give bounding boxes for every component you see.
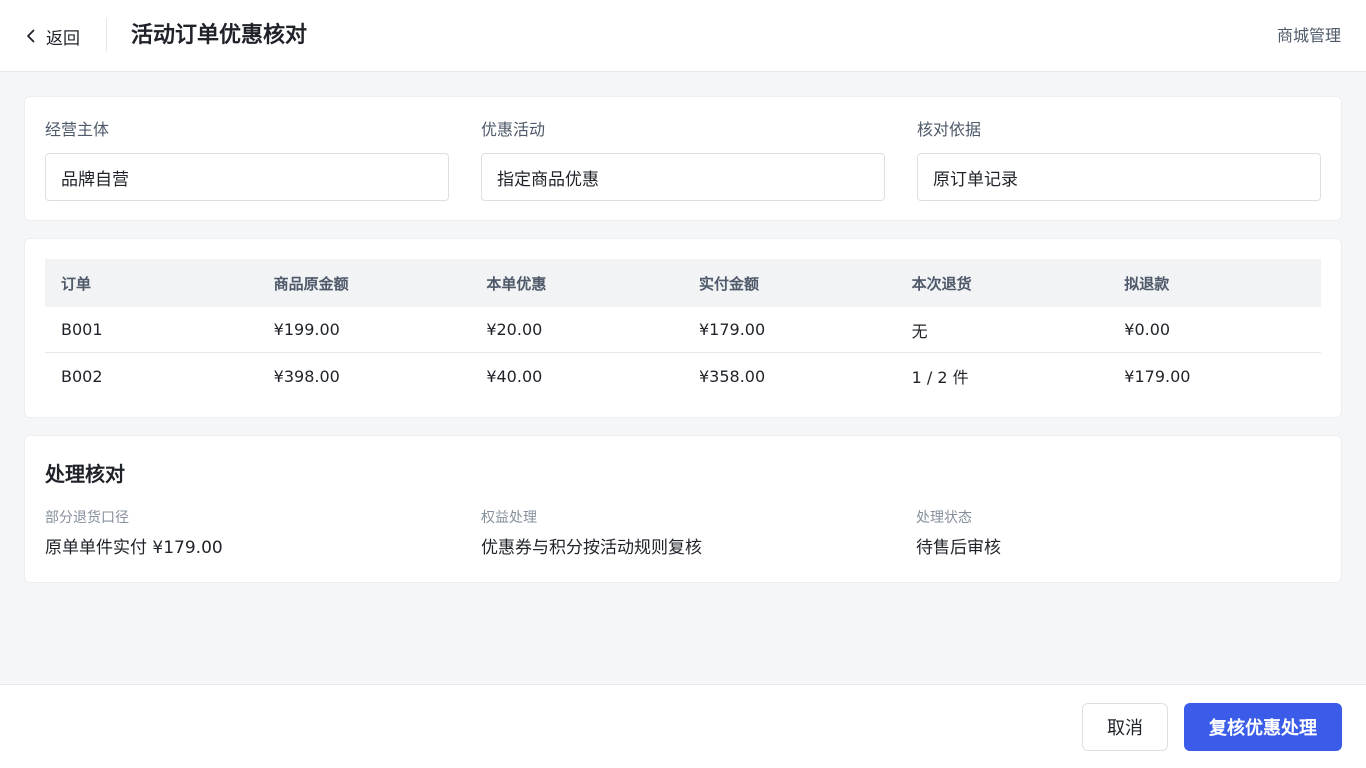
- kv-label: 权益处理: [481, 510, 537, 526]
- promotion-input[interactable]: 指定商品优惠: [481, 153, 885, 201]
- business-entity-input[interactable]: 品牌自营: [45, 153, 449, 201]
- table-cell: ¥179.00: [1124, 366, 1191, 386]
- table-cell: ¥40.00: [486, 366, 543, 386]
- column-header: 本单优惠: [486, 274, 547, 293]
- page-title: 活动订单优惠核对: [131, 23, 308, 48]
- chevron-left-icon: [22, 27, 40, 45]
- table-cell: ¥179.00: [698, 320, 766, 339]
- page-header: 返回 活动订单优惠核对 商城管理: [0, 0, 1366, 72]
- partial-return-basis: 部分退货口径 原单单件实付 ¥179.00: [45, 508, 223, 560]
- table-cell: B001: [61, 320, 103, 339]
- kv-value: 优惠券与积分按活动规则复核: [481, 538, 702, 558]
- cancel-button[interactable]: 取消: [1082, 703, 1168, 751]
- orders-table: 订单 商品原金额 本单优惠 实付金额 本次退货 拟退款 B001 ¥199.00…: [45, 259, 1321, 399]
- column-header: 订单: [61, 274, 92, 293]
- header-divider: [106, 18, 107, 52]
- column-header: 本次退货: [911, 274, 972, 293]
- column-header: 拟退款: [1124, 274, 1170, 293]
- benefit-handling: 权益处理 优惠券与积分按活动规则复核: [481, 508, 702, 560]
- footer-bar: 取消 复核优惠处理: [0, 684, 1366, 768]
- table-header: 订单 商品原金额 本单优惠 实付金额 本次退货 拟退款: [45, 259, 1321, 307]
- kv-value: 原单单件实付 ¥179.00: [45, 538, 223, 558]
- table-cell: 1 / 2 件: [911, 368, 969, 387]
- processing-status: 处理状态 待售后审核: [916, 508, 1001, 560]
- table-cell: ¥20.00: [486, 320, 543, 339]
- table-cell: 无: [911, 321, 928, 341]
- table-cell: ¥398.00: [273, 366, 340, 386]
- table-cell: ¥199.00: [273, 320, 340, 339]
- mall-management-link[interactable]: 商城管理: [1277, 24, 1341, 48]
- check-basis-input[interactable]: 原订单记录: [917, 153, 1321, 201]
- check-card: 处理核对 部分退货口径 原单单件实付 ¥179.00 权益处理 优惠券与积分按活…: [24, 435, 1342, 583]
- field-check-basis: 核对依据 原订单记录: [917, 119, 1321, 201]
- table-cell: B002: [61, 366, 103, 386]
- column-header: 商品原金额: [273, 274, 349, 293]
- review-discount-button[interactable]: 复核优惠处理: [1184, 703, 1342, 751]
- kv-label: 部分退货口径: [45, 510, 129, 526]
- field-label: 优惠活动: [481, 120, 546, 139]
- field-label: 经营主体: [45, 120, 110, 139]
- kv-value: 待售后审核: [916, 538, 1001, 558]
- column-header: 实付金额: [698, 274, 759, 293]
- back-label: 返回: [46, 28, 80, 49]
- field-promotion: 优惠活动 指定商品优惠: [481, 119, 885, 201]
- table-row: B001 ¥199.00 ¥20.00 ¥179.00 无 ¥0.00: [45, 307, 1321, 353]
- back-button[interactable]: 返回: [22, 22, 80, 50]
- kv-label: 处理状态: [916, 510, 972, 526]
- field-label: 核对依据: [917, 120, 982, 139]
- section-title: 处理核对: [45, 462, 125, 486]
- filter-card: 经营主体 品牌自营 优惠活动 指定商品优惠 核对依据 原订单记录: [24, 96, 1342, 221]
- orders-card: 订单 商品原金额 本单优惠 实付金额 本次退货 拟退款 B001 ¥199.00…: [24, 238, 1342, 418]
- table-cell: ¥358.00: [698, 366, 766, 386]
- table-cell: ¥0.00: [1124, 320, 1171, 339]
- field-business-entity: 经营主体 品牌自营: [45, 119, 449, 201]
- table-row: B002 ¥398.00 ¥40.00 ¥358.00 1 / 2 件 ¥179…: [45, 353, 1321, 399]
